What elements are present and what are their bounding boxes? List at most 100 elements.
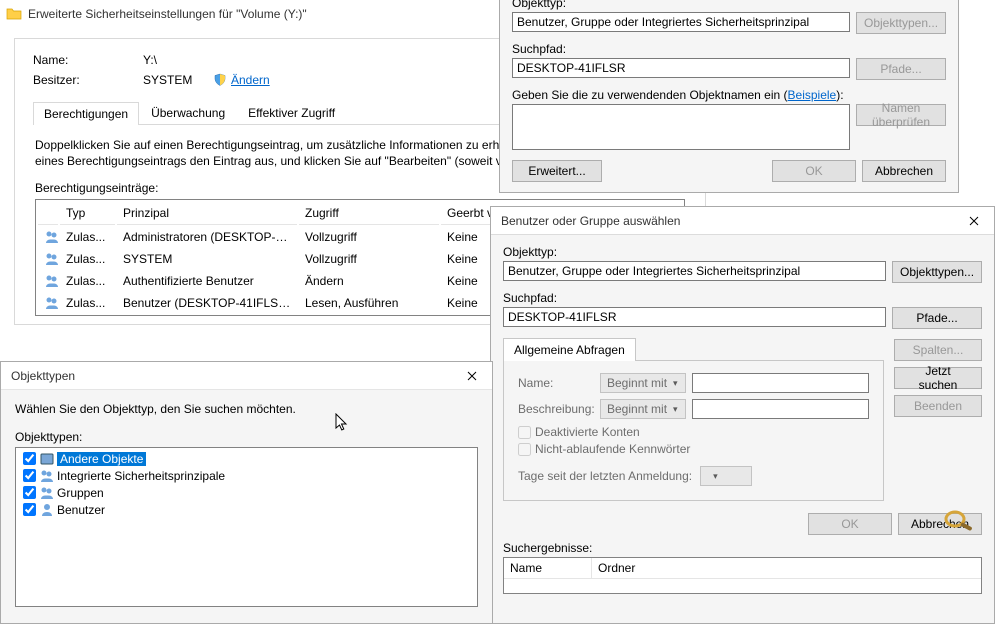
query-name-label: Name: <box>518 376 600 390</box>
cell-type: Zulas... <box>60 227 115 247</box>
examples-link[interactable]: Beispiele <box>788 88 837 102</box>
results-col-folder[interactable]: Ordner <box>592 558 981 578</box>
adv-paths-button[interactable]: Pfade... <box>892 307 982 329</box>
users-icon <box>39 502 55 518</box>
disabled-accounts-label: Deaktivierte Konten <box>535 425 640 439</box>
select-object-advanced-dialog: Benutzer oder Gruppe auswählen Objekttyp… <box>490 206 995 624</box>
shield-icon <box>213 73 227 87</box>
other-objects-icon <box>39 451 55 467</box>
results-list[interactable] <box>504 579 981 593</box>
list-item[interactable]: Andere Objekte <box>18 450 475 467</box>
days-since-login-combo[interactable]: ▾ <box>700 466 752 486</box>
row-icon <box>38 271 58 291</box>
path-label: Suchpfad: <box>512 42 946 56</box>
builtin-principals-icon <box>39 468 55 484</box>
owner-value: SYSTEM <box>143 73 213 87</box>
objtype-users-label: Benutzer <box>57 503 105 517</box>
desc-match-input[interactable] <box>692 399 869 419</box>
adv-objtype-label: Objekttyp: <box>503 245 982 259</box>
objtype-groups-label: Gruppen <box>57 486 104 500</box>
objtype-checkbox[interactable] <box>23 452 36 465</box>
objtypes-prompt: Wählen Sie den Objekttyp, den Sie suchen… <box>15 402 478 416</box>
cell-access: Ändern <box>299 271 439 291</box>
query-desc-label: Beschreibung: <box>518 402 600 416</box>
object-names-textarea[interactable] <box>512 104 850 150</box>
name-match-combo[interactable]: Beginnt mit▾ <box>600 373 686 393</box>
objtypes-close-button[interactable] <box>452 362 492 390</box>
object-types-button[interactable]: Objekttypen... <box>856 12 946 34</box>
groups-icon <box>39 485 55 501</box>
select-object-dialog-top: Objekttyp: Objekttypen... Suchpfad: Pfad… <box>499 0 959 193</box>
objtypes-listbox[interactable]: Andere Objekte Integrierte Sicherheitspr… <box>15 447 478 607</box>
results-label: Suchergebnisse: <box>503 541 982 555</box>
user-group-icon <box>44 251 58 267</box>
close-button[interactable] <box>954 207 994 235</box>
adv-path-label: Suchpfad: <box>503 291 982 305</box>
objtypes-titlebar: Objekttypen <box>1 362 492 390</box>
row-icon <box>38 249 58 269</box>
list-item[interactable]: Integrierte Sicherheitsprinzipale <box>18 467 475 484</box>
cell-principal: Benutzer (DESKTOP-41IFLSR\... <box>117 293 297 313</box>
folder-icon <box>6 6 22 22</box>
row-icon <box>38 293 58 313</box>
objtype-checkbox[interactable] <box>23 503 36 516</box>
path-field[interactable] <box>512 58 850 78</box>
adv-ok-button[interactable]: OK <box>808 513 892 535</box>
objtype-checkbox[interactable] <box>23 469 36 482</box>
cell-access: Lesen, Ausführen <box>299 293 439 313</box>
change-owner-link[interactable]: Ändern <box>231 73 270 87</box>
objtype-field[interactable] <box>512 12 850 32</box>
close-icon <box>467 371 477 381</box>
search-now-button[interactable]: Jetzt suchen <box>894 367 982 389</box>
object-types-dialog: Objekttypen Wählen Sie den Objekttyp, de… <box>0 361 493 624</box>
tab-effective[interactable]: Effektiver Zugriff <box>237 101 346 124</box>
adv-object-types-button[interactable]: Objekttypen... <box>892 261 982 283</box>
cell-type: Zulas... <box>60 271 115 291</box>
cell-access: Vollzugriff <box>299 227 439 247</box>
tab-common-queries[interactable]: Allgemeine Abfragen <box>503 338 636 361</box>
row-icon <box>38 227 58 247</box>
stop-button[interactable]: Beenden <box>894 395 982 417</box>
user-group-icon <box>44 273 58 289</box>
name-match-input[interactable] <box>692 373 869 393</box>
name-value: Y:\ <box>143 53 157 67</box>
disabled-accounts-checkbox[interactable] <box>518 426 531 439</box>
adv-objtype-field[interactable] <box>503 261 886 281</box>
close-icon <box>969 216 979 226</box>
cell-principal: Administratoren (DESKTOP-4... <box>117 227 297 247</box>
results-col-name[interactable]: Name <box>504 558 592 578</box>
names-prompt: Geben Sie die zu verwendenden Objektname… <box>512 88 780 102</box>
selobj-adv-title: Benutzer oder Gruppe auswählen <box>497 214 954 228</box>
cell-type: Zulas... <box>60 293 115 313</box>
col-type[interactable]: Typ <box>60 202 115 225</box>
cell-principal: Authentifizierte Benutzer <box>117 271 297 291</box>
days-since-login-label: Tage seit der letzten Anmeldung: <box>518 469 692 483</box>
objtypes-list-label: Objekttypen: <box>15 430 478 444</box>
owner-label: Besitzer: <box>33 73 143 87</box>
advanced-button[interactable]: Erweitert... <box>512 160 602 182</box>
check-names-button[interactable]: Namen überprüfen <box>856 104 946 126</box>
list-item[interactable]: Benutzer <box>18 501 475 518</box>
selobj-adv-titlebar: Benutzer oder Gruppe auswählen <box>491 207 994 235</box>
cell-type: Zulas... <box>60 249 115 269</box>
col-access[interactable]: Zugriff <box>299 202 439 225</box>
columns-button[interactable]: Spalten... <box>894 339 982 361</box>
objtype-label: Objekttyp: <box>512 0 946 10</box>
objtype-builtin-label: Integrierte Sicherheitsprinzipale <box>57 469 225 483</box>
desc-match-combo[interactable]: Beginnt mit▾ <box>600 399 686 419</box>
tab-auditing[interactable]: Überwachung <box>140 101 236 124</box>
paths-button[interactable]: Pfade... <box>856 58 946 80</box>
cell-access: Vollzugriff <box>299 249 439 269</box>
list-item[interactable]: Gruppen <box>18 484 475 501</box>
magnifier-icon <box>942 508 976 537</box>
user-group-icon <box>44 295 58 311</box>
objtype-other-label: Andere Objekte <box>57 452 146 466</box>
col-principal[interactable]: Prinzipal <box>117 202 297 225</box>
tab-permissions[interactable]: Berechtigungen <box>33 102 139 125</box>
name-label: Name: <box>33 53 143 67</box>
ok-button[interactable]: OK <box>772 160 856 182</box>
adv-path-field[interactable] <box>503 307 886 327</box>
cancel-button[interactable]: Abbrechen <box>862 160 946 182</box>
objtype-checkbox[interactable] <box>23 486 36 499</box>
nonexpiring-pw-checkbox[interactable] <box>518 443 531 456</box>
